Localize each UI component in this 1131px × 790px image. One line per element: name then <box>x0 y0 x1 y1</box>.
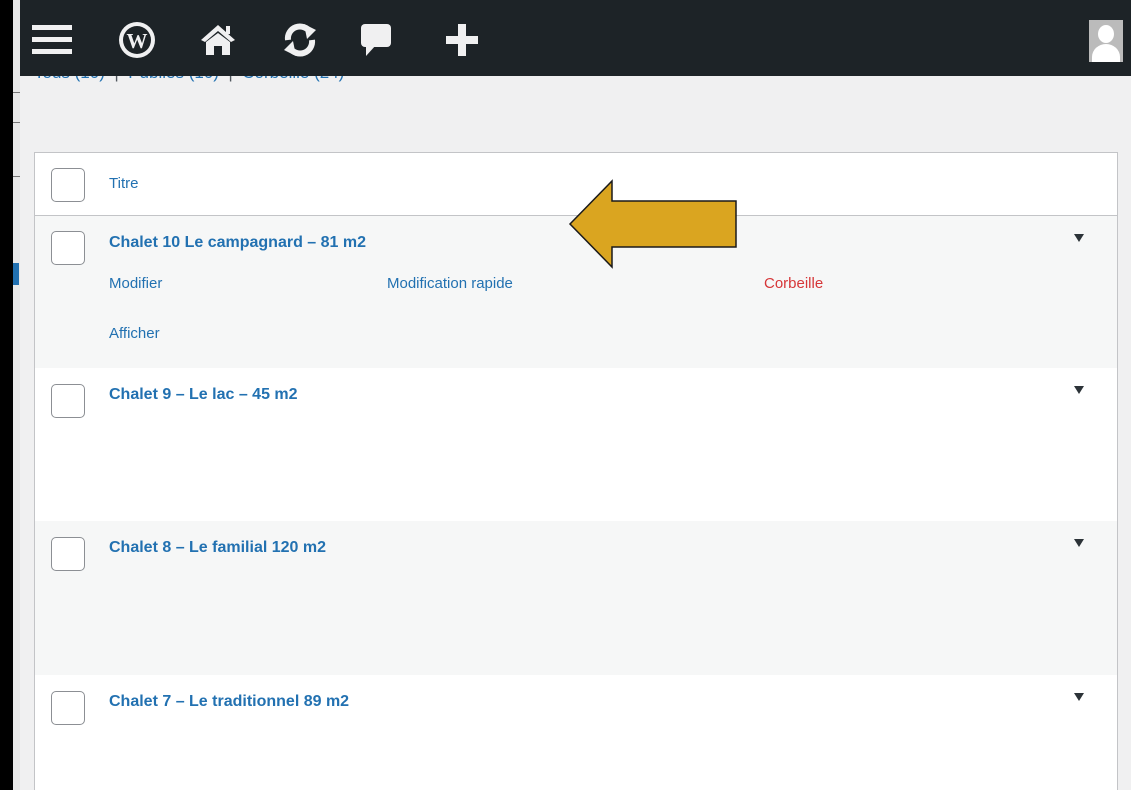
post-title-link[interactable]: Chalet 10 Le campagnard – 81 m2 <box>109 234 366 252</box>
toggle-row-icon[interactable] <box>1074 386 1084 394</box>
post-title-link[interactable]: Chalet 7 – Le traditionnel 89 m2 <box>109 693 349 711</box>
row-checkbox[interactable] <box>51 384 85 418</box>
annotation-arrow-icon <box>568 179 737 269</box>
avatar-head <box>1098 25 1114 43</box>
post-title-link[interactable]: Chalet 8 – Le familial 120 m2 <box>109 539 326 557</box>
toggle-row-icon[interactable] <box>1074 693 1084 701</box>
trash-link[interactable]: Corbeille <box>764 275 823 292</box>
avatar-icon[interactable] <box>1089 20 1123 62</box>
row-checkbox[interactable] <box>51 691 85 725</box>
home-icon[interactable] <box>198 20 238 60</box>
wordpress-logo-icon[interactable]: W <box>117 20 157 60</box>
menu-icon[interactable] <box>32 20 72 60</box>
background-window-strip <box>0 0 22 790</box>
row-checkbox[interactable] <box>51 231 85 265</box>
select-all-checkbox[interactable] <box>51 168 85 202</box>
column-title-header[interactable]: Titre <box>109 175 138 192</box>
comments-icon[interactable] <box>356 20 396 60</box>
row-checkbox[interactable] <box>51 537 85 571</box>
svg-text:W: W <box>127 29 148 53</box>
table-row: Chalet 8 – Le familial 120 m2 <box>35 521 1117 675</box>
wp-admin-screen: Tous (10) | Publiés (10) | Corbeille (24… <box>20 0 1131 790</box>
background-highlight <box>13 263 19 285</box>
toggle-row-icon[interactable] <box>1074 539 1084 547</box>
avatar-body <box>1092 44 1120 62</box>
updates-icon[interactable] <box>280 20 320 60</box>
quick-edit-link[interactable]: Modification rapide <box>387 275 513 292</box>
admin-bar: W <box>20 0 1131 76</box>
view-link[interactable]: Afficher <box>109 325 160 342</box>
post-title-link[interactable]: Chalet 9 – Le lac – 45 m2 <box>109 386 298 404</box>
toggle-row-icon[interactable] <box>1074 234 1084 242</box>
table-row: Chalet 7 – Le traditionnel 89 m2 <box>35 675 1117 790</box>
new-content-icon[interactable] <box>442 20 482 60</box>
edit-link[interactable]: Modifier <box>109 275 162 292</box>
table-row: Chalet 9 – Le lac – 45 m2 <box>35 368 1117 521</box>
